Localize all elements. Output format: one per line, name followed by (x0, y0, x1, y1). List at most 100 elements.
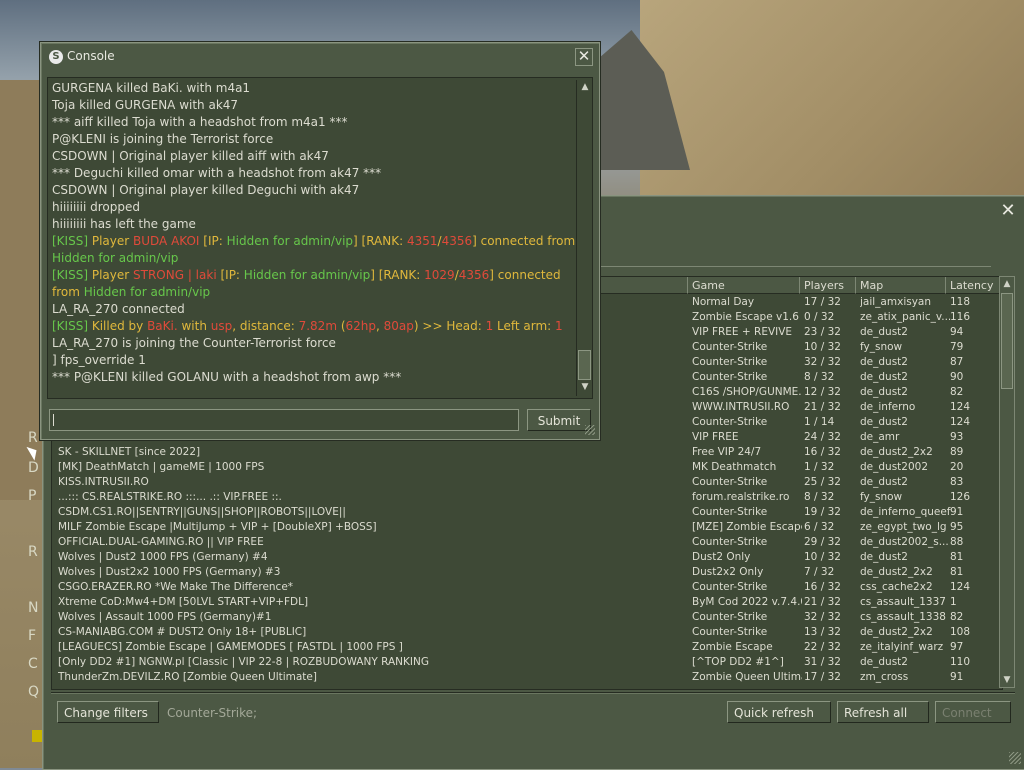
console-text-segment: 7.82m (298, 319, 338, 333)
console-text-segment: 4356 (458, 268, 490, 282)
cell-latency: 124 (950, 401, 971, 413)
table-row[interactable]: SK - SKILLNET [since 2022] Free VIP 24/7 1… (52, 445, 1002, 460)
console-line: Toja killed GURGENA with ak47 (52, 97, 572, 114)
console-text-segment: *** aiff killed Toja with a headshot fro… (52, 115, 348, 129)
scroll-up-icon[interactable]: ▲ (578, 80, 592, 94)
table-row[interactable]: KISS.INTRUSII.RO Counter-Strike 25 / 32 de_… (52, 475, 1002, 490)
scroll-down-icon[interactable]: ▼ (578, 380, 592, 394)
cell-map: cs_assault_1338 (860, 611, 946, 623)
menu-letter: D (28, 460, 39, 476)
console-text-segment: LA_RA_270 is joining the Counter-Terrori… (52, 336, 336, 350)
cell-name: CSDM.CS1.RO||SENTRY||GUNS||SHOP||ROBOTS|… (58, 506, 346, 518)
column-header-latency[interactable]: Latency (946, 277, 1002, 294)
console-line: hiiiiiiii dropped (52, 199, 572, 216)
cell-game: MK Deathmatch (692, 461, 777, 473)
column-header-game[interactable]: Game (688, 277, 800, 294)
menu-letter: Q (28, 684, 40, 700)
change-filters-button[interactable]: Change filters (57, 701, 159, 723)
cell-game: Counter-Strike (692, 371, 768, 383)
cell-map: ze_atix_panic_v... (860, 311, 952, 323)
cell-map: fy_snow (860, 491, 903, 503)
table-row[interactable]: [Only DD2 #1] NGNW.pl [Classic | VIP 22-… (52, 655, 1002, 670)
cell-latency: 20 (950, 461, 964, 473)
console-scrollbar[interactable]: ▲ ▼ (576, 80, 593, 396)
cell-name: [Only DD2 #1] NGNW.pl [Classic | VIP 22-… (58, 656, 429, 668)
table-row[interactable]: [LEAGUECS] Zombie Escape | GAMEMODES [ F… (52, 640, 1002, 655)
resize-grip[interactable] (585, 425, 595, 435)
cell-players: 32 / 32 (804, 356, 841, 368)
console-line: CSDOWN | Original player killed Deguchi … (52, 182, 572, 199)
cell-latency: 81 (950, 551, 964, 563)
cell-name: Xtreme CoD:Mw4+DM [50LVL START+VIP+FDL] (58, 596, 309, 608)
cell-latency: 116 (950, 311, 971, 323)
cell-game: VIP FREE + REVIVE (692, 326, 793, 338)
connect-button[interactable]: Connect (935, 701, 1011, 723)
cell-map: zm_cross (860, 671, 909, 683)
table-row[interactable]: CSDM.CS1.RO||SENTRY||GUNS||SHOP||ROBOTS|… (52, 505, 1002, 520)
cell-latency: 126 (950, 491, 971, 503)
background-wall (640, 0, 1024, 200)
table-row[interactable]: ThunderZm.DEVILZ.RO [Zombie Queen Ultima… (52, 670, 1002, 685)
console-line: LA_RA_270 connected (52, 301, 572, 318)
table-row[interactable]: Wolves | Dust2 1000 FPS (Germany) #4 Dust… (52, 550, 1002, 565)
menu-marker (32, 730, 42, 742)
console-text-segment: Killed by (88, 319, 148, 333)
cell-game: Counter-Strike (692, 356, 768, 368)
browser-close-button[interactable]: ✕ (999, 202, 1017, 220)
cell-game: ByM Cod 2022 v.7.4.0 (692, 596, 802, 608)
cell-map: de_inferno_queef (860, 506, 951, 518)
cell-players: 22 / 32 (804, 641, 841, 653)
server-list-scrollbar[interactable]: ▲ ▼ (999, 276, 1015, 688)
console-line: LA_RA_270 is joining the Counter-Terrori… (52, 335, 572, 352)
table-row[interactable]: Wolves | Assault 1000 FPS (Germany)#1 Cou… (52, 610, 1002, 625)
cell-map: de_dust2_2x2 (860, 626, 933, 638)
cell-map: css_cache2x2 (860, 581, 933, 593)
submit-button[interactable]: Submit (527, 409, 591, 431)
cell-players: 29 / 32 (804, 536, 841, 548)
table-row[interactable]: CSGO.ERAZER.RO *We Make The Difference* C… (52, 580, 1002, 595)
scroll-up-icon[interactable]: ▲ (1000, 277, 1014, 291)
cell-players: 21 / 32 (804, 401, 841, 413)
cell-game: Counter-Strike (692, 536, 768, 548)
console-text-segment: STRONG | laki (133, 268, 217, 282)
cell-map: de_dust2 (860, 371, 908, 383)
table-row[interactable]: Wolves | Dust2x2 1000 FPS (Germany) #3 Du… (52, 565, 1002, 580)
cell-players: 16 / 32 (804, 446, 841, 458)
table-row[interactable]: Xtreme CoD:Mw4+DM [50LVL START+VIP+FDL] B… (52, 595, 1002, 610)
console-command-input[interactable] (49, 409, 519, 431)
resize-grip[interactable] (1009, 752, 1021, 764)
cell-name: CS-MANIABG.COM # DUST2 Only 18+ [PUBLIC] (58, 626, 307, 638)
cell-map: ze_egypt_two_lg (860, 521, 947, 533)
table-row[interactable]: ...::: CS.REALSTRIKE.RO :::... .:: VIP.F… (52, 490, 1002, 505)
console-text-segment: BaKi. (147, 319, 178, 333)
cell-game: [MZE] Zombie Escape (692, 521, 802, 533)
cell-latency: 91 (950, 506, 964, 518)
column-header-map[interactable]: Map (856, 277, 946, 294)
console-close-button[interactable]: ✕ (575, 48, 593, 66)
console-text-segment: GURGENA killed BaKi. with m4a1 (52, 81, 251, 95)
menu-letter: P (28, 488, 37, 504)
table-row[interactable]: [MK] DeathMatch | gameME | 1000 FPS MK De… (52, 460, 1002, 475)
console-line: P@KLENI is joining the Terrorist force (52, 131, 572, 148)
table-row[interactable]: CS-MANIABG.COM # DUST2 Only 18+ [PUBLIC]… (52, 625, 1002, 640)
cell-latency: 94 (950, 326, 964, 338)
refresh-all-button[interactable]: Refresh all (837, 701, 929, 723)
scroll-down-icon[interactable]: ▼ (1000, 673, 1014, 687)
text-caret (53, 414, 54, 426)
table-row[interactable]: MILF Zombie Escape |MultiJump + VIP + [D… (52, 520, 1002, 535)
cell-game: Counter-Strike (692, 341, 768, 353)
console-text-segment: usp (210, 319, 233, 333)
table-row[interactable]: OFFICIAL.DUAL-GAMING.RO || VIP FREE Count… (52, 535, 1002, 550)
cell-game: forum.realstrike.ro (692, 491, 790, 503)
cell-map: de_amr (860, 431, 900, 443)
scrollbar-thumb[interactable] (578, 350, 591, 380)
cell-game: Counter-Strike (692, 626, 768, 638)
cell-players: 8 / 32 (804, 491, 835, 503)
quick-refresh-button[interactable]: Quick refresh (727, 701, 831, 723)
console-log[interactable]: GURGENA killed BaKi. with m4a1 Toja kille… (47, 77, 593, 399)
cell-game: C16S /SHOP/GUNME... (692, 386, 802, 398)
console-text-segment: 62hp (345, 319, 377, 333)
console-text-segment: , (376, 319, 384, 333)
scrollbar-thumb[interactable] (1001, 293, 1013, 389)
column-header-players[interactable]: Players (800, 277, 856, 294)
